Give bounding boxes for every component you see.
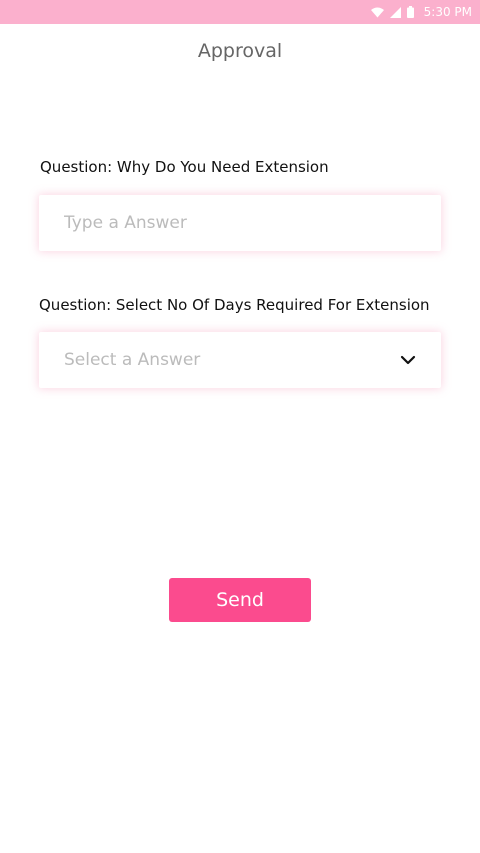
- days-select[interactable]: Select a Answer: [39, 332, 441, 388]
- signal-icon: [389, 6, 401, 18]
- battery-icon: [406, 6, 414, 18]
- wifi-icon: [370, 7, 384, 18]
- send-button[interactable]: Send: [169, 578, 311, 622]
- chevron-down-icon: [400, 352, 416, 368]
- page-title: Approval: [197, 40, 283, 62]
- status-icons: 5:30 PM: [370, 0, 472, 24]
- status-time: 5:30 PM: [423, 5, 472, 19]
- question-1-label: Question: Why Do You Need Extension: [40, 158, 329, 176]
- question-2-label: Question: Select No Of Days Required For…: [39, 296, 430, 314]
- answer-input[interactable]: [39, 195, 441, 251]
- select-placeholder: Select a Answer: [64, 350, 201, 370]
- status-bar: 5:30 PM: [0, 0, 480, 24]
- answer-field-container: [39, 195, 441, 251]
